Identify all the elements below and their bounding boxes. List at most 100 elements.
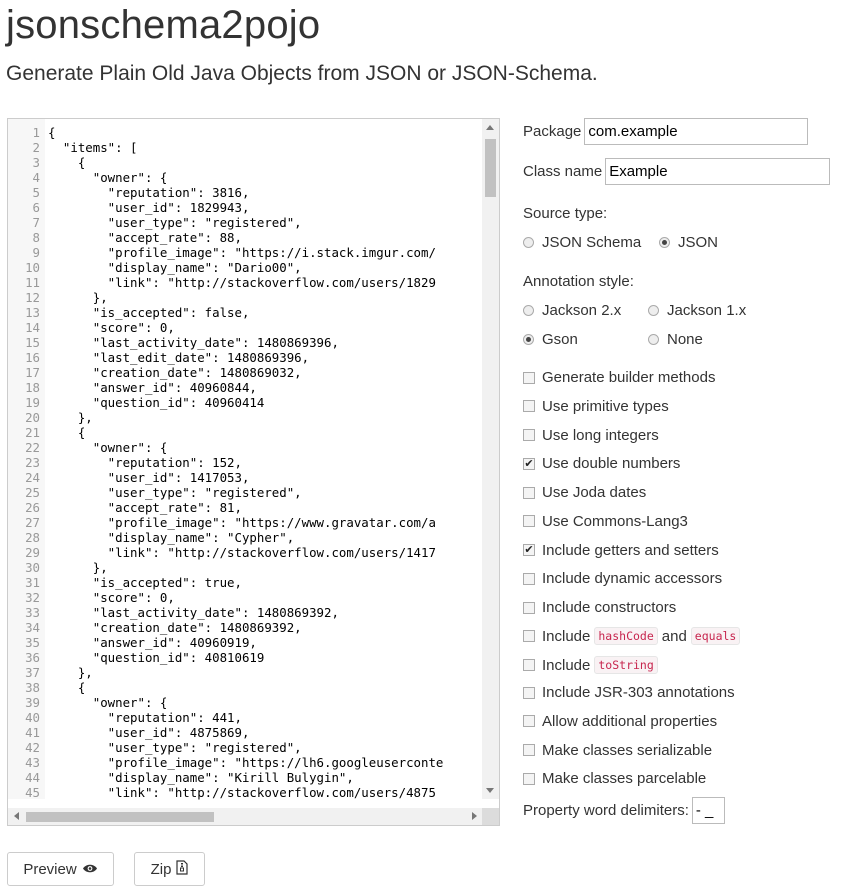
code-line[interactable]: "user_type": "registered", — [48, 485, 302, 500]
code-line[interactable]: "accept_rate": 81, — [48, 500, 242, 515]
code-line[interactable]: "owner": { — [48, 695, 168, 710]
code-line[interactable]: { — [48, 125, 55, 140]
source-type-json[interactable]: JSON — [659, 234, 718, 251]
code-line[interactable]: "profile_image": "https://lh6.googleuser… — [48, 755, 444, 770]
delimiters-input[interactable] — [691, 797, 725, 824]
checkbox[interactable] — [523, 429, 535, 441]
checkbox-option[interactable]: ✔ Use double numbers — [523, 455, 680, 472]
checkbox[interactable] — [523, 371, 535, 384]
code-line[interactable]: "owner": { — [48, 170, 168, 185]
annotation-none[interactable]: None — [648, 331, 703, 348]
code-line[interactable]: { — [48, 155, 85, 170]
radio-json-schema[interactable] — [523, 237, 534, 248]
radio-none[interactable] — [648, 334, 659, 345]
vertical-scrollbar[interactable] — [482, 119, 499, 799]
checkbox-option[interactable]: Include JSR-303 annotations — [523, 684, 735, 701]
code-line[interactable]: "owner": { — [48, 440, 168, 455]
horizontal-scrollbar[interactable] — [8, 808, 483, 825]
checkbox[interactable] — [523, 515, 535, 528]
scroll-down-icon[interactable] — [486, 788, 494, 793]
code-line[interactable]: "display_name": "Dario00", — [48, 260, 302, 275]
checkbox[interactable] — [523, 744, 535, 756]
code-line[interactable]: "is_accepted": true, — [48, 575, 242, 590]
zip-button[interactable]: Zip — [134, 852, 205, 886]
code-line[interactable]: "user_id": 4875869, — [48, 725, 250, 740]
radio-json[interactable] — [659, 237, 670, 248]
code-line[interactable]: { — [48, 680, 85, 695]
checkbox[interactable] — [523, 601, 535, 614]
code-line[interactable]: "creation_date": 1480869392, — [48, 620, 302, 635]
source-type-json-schema[interactable]: JSON Schema — [523, 234, 641, 251]
code-line[interactable]: "creation_date": 1480869032, — [48, 365, 302, 380]
checkbox[interactable] — [523, 572, 535, 585]
annotation-jackson1[interactable]: Jackson 1.x — [648, 302, 746, 319]
code-line[interactable]: "items": [ — [48, 140, 138, 155]
code-line[interactable]: "answer_id": 40960919, — [48, 635, 257, 650]
checkbox-option[interactable]: Use Commons-Lang3 — [523, 513, 688, 530]
checkbox-option[interactable]: Make classes serializable — [523, 742, 712, 759]
code-line[interactable]: "reputation": 152, — [48, 455, 242, 470]
checkbox-option[interactable]: ✔ Include getters and setters — [523, 542, 719, 559]
code-line[interactable]: "link": "http://stackoverflow.com/users/… — [48, 545, 436, 560]
checkbox-option[interactable]: Include constructors — [523, 599, 676, 616]
checkbox-tostring[interactable]: Include toString — [523, 656, 662, 674]
checkbox-option[interactable]: Include dynamic accessors — [523, 570, 722, 587]
code-line[interactable]: "user_type": "registered", — [48, 215, 302, 230]
code-line[interactable]: "accept_rate": 88, — [48, 230, 242, 245]
radio-jackson1[interactable] — [648, 305, 659, 316]
code-line[interactable]: "last_edit_date": 1480869396, — [48, 350, 309, 365]
scroll-up-icon[interactable] — [486, 125, 494, 130]
code-line[interactable]: "display_name": "Cypher", — [48, 530, 295, 545]
horizontal-scroll-thumb[interactable] — [26, 812, 214, 822]
checkbox-checked[interactable]: ✔ — [523, 544, 535, 556]
package-input[interactable] — [584, 118, 809, 145]
checkbox-option[interactable]: Use long integers — [523, 427, 659, 444]
checkbox[interactable] — [523, 659, 535, 671]
code-line[interactable]: "last_activity_date": 1480869392, — [48, 605, 339, 620]
checkbox[interactable] — [523, 715, 535, 728]
code-line[interactable]: "reputation": 441, — [48, 710, 242, 725]
checkbox[interactable] — [523, 630, 535, 642]
json-editor[interactable]: 1 {2 "items": [3 {4 "owner": {5 "reputati… — [7, 118, 500, 826]
checkbox-option[interactable]: Allow additional properties — [523, 713, 717, 730]
code-line[interactable]: "user_type": "registered", — [48, 740, 302, 755]
checkbox-option[interactable]: Generate builder methods — [523, 369, 715, 386]
code-line[interactable]: "link": "http://stackoverflow.com/users/… — [48, 785, 436, 800]
checkbox-option[interactable]: Use Joda dates — [523, 484, 646, 501]
code-line[interactable]: "user_id": 1417053, — [48, 470, 250, 485]
code-line[interactable]: }, — [48, 560, 108, 575]
code-line[interactable]: "link": "http://stackoverflow.com/users/… — [48, 275, 436, 290]
code-line[interactable]: }, — [48, 290, 108, 305]
classname-input[interactable] — [605, 158, 831, 185]
code-line[interactable]: "profile_image": "https://www.gravatar.c… — [48, 515, 436, 530]
radio-jackson2[interactable] — [523, 305, 534, 316]
checkbox-option[interactable]: Make classes parcelable — [523, 770, 706, 787]
code-line[interactable]: "score": 0, — [48, 320, 175, 335]
code-line[interactable]: "answer_id": 40960844, — [48, 380, 257, 395]
checkbox-checked[interactable]: ✔ — [523, 457, 535, 470]
radio-gson[interactable] — [523, 334, 534, 345]
checkbox[interactable] — [523, 486, 535, 499]
scroll-right-icon[interactable] — [472, 812, 477, 820]
code-line[interactable]: }, — [48, 410, 93, 425]
checkbox[interactable] — [523, 400, 535, 413]
code-line[interactable]: "score": 0, — [48, 590, 175, 605]
code-line[interactable]: "user_id": 1829943, — [48, 200, 250, 215]
checkbox[interactable] — [523, 686, 535, 699]
code-line[interactable]: "last_activity_date": 1480869396, — [48, 335, 339, 350]
preview-button[interactable]: Preview — [7, 852, 114, 886]
checkbox-hashcode-equals[interactable]: Include hashCode and equals — [523, 627, 744, 645]
code-line[interactable]: "reputation": 3816, — [48, 185, 250, 200]
vertical-scroll-thumb[interactable] — [485, 139, 496, 197]
annotation-gson[interactable]: Gson — [523, 331, 578, 348]
code-line[interactable]: { — [48, 425, 85, 440]
code-line[interactable]: "profile_image": "https://i.stack.imgur.… — [48, 245, 436, 260]
scroll-left-icon[interactable] — [14, 812, 19, 820]
code-line[interactable]: "question_id": 40810619 — [48, 650, 265, 665]
code-line[interactable]: "is_accepted": false, — [48, 305, 250, 320]
checkbox-option[interactable]: Use primitive types — [523, 398, 669, 415]
code-line[interactable]: "display_name": "Kirill Bulygin", — [48, 770, 354, 785]
checkbox[interactable] — [523, 772, 535, 785]
annotation-jackson2[interactable]: Jackson 2.x — [523, 302, 621, 319]
code-line[interactable]: }, — [48, 665, 93, 680]
